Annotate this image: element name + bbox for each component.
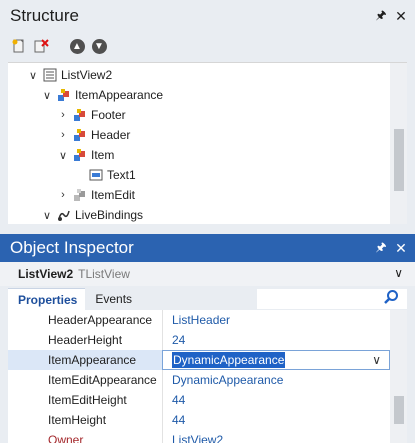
- property-row[interactable]: Owner ListView2: [8, 430, 390, 443]
- selected-object-type: TListView: [78, 267, 130, 281]
- tab-events[interactable]: Events: [85, 288, 140, 310]
- text-object-icon: [88, 167, 104, 183]
- tree-node-header[interactable]: › Header: [56, 125, 130, 145]
- chevron-down-icon[interactable]: ∨: [372, 353, 381, 367]
- tree-node-label: ItemAppearance: [75, 88, 164, 102]
- property-name: HeaderHeight: [48, 333, 123, 347]
- property-row[interactable]: ItemEditAppearance DynamicAppearance: [8, 370, 390, 390]
- tree-node-label: Footer: [91, 108, 126, 122]
- tree-node-itemedit[interactable]: › ItemEdit: [56, 185, 135, 205]
- property-row[interactable]: HeaderAppearance ListHeader: [8, 310, 390, 330]
- property-value[interactable]: 44: [162, 390, 390, 410]
- tree-node-label: LiveBindings: [75, 208, 144, 222]
- property-value[interactable]: 44: [162, 410, 390, 430]
- structure-panel-title-bar: Structure 🖈 ✕: [0, 0, 415, 32]
- structure-toolbar: ▲ ▼: [0, 32, 415, 60]
- property-grid-scrollbar[interactable]: [390, 310, 407, 443]
- tree-node-text1[interactable]: Text1: [86, 165, 136, 185]
- property-value-editor[interactable]: DynamicAppearance ∨: [162, 350, 390, 370]
- property-name: Owner: [48, 433, 84, 443]
- chevron-right-icon[interactable]: ›: [56, 129, 70, 141]
- pin-icon[interactable]: 🖈: [371, 238, 391, 259]
- property-grid: HeaderAppearance ListHeader HeaderHeight…: [8, 310, 390, 443]
- object-selector[interactable]: ListView2 TListView ∨: [0, 262, 415, 286]
- property-name: ItemEditAppearance: [48, 373, 157, 387]
- tree-node-label: Header: [91, 128, 131, 142]
- property-row[interactable]: ItemEditHeight 44: [8, 390, 390, 410]
- object-icon: [72, 147, 88, 163]
- close-icon[interactable]: ✕: [391, 8, 411, 25]
- close-icon[interactable]: ✕: [391, 240, 411, 257]
- pin-icon[interactable]: 🖈: [371, 6, 391, 27]
- object-icon: [72, 187, 88, 203]
- tree-node-listview2[interactable]: ∨ ListView2: [26, 65, 112, 85]
- tree-node-label: Text1: [107, 168, 136, 182]
- object-icon: [56, 87, 72, 103]
- move-down-icon[interactable]: ▼: [90, 37, 108, 55]
- object-icon: [72, 127, 88, 143]
- chevron-down-icon[interactable]: ∨: [394, 266, 403, 280]
- tree-node-itemappearance[interactable]: ∨ ItemAppearance: [40, 85, 163, 105]
- property-value-text[interactable]: DynamicAppearance: [172, 352, 286, 368]
- property-name: ItemHeight: [48, 413, 107, 427]
- tree-node-label: ListView2: [61, 68, 113, 82]
- property-value[interactable]: 24: [162, 330, 390, 350]
- object-icon: [72, 107, 88, 123]
- property-name: ItemAppearance: [48, 353, 137, 367]
- property-row-selected[interactable]: ItemAppearance DynamicAppearance ∨: [8, 350, 390, 370]
- property-value[interactable]: ListHeader: [162, 310, 390, 330]
- tree-node-item[interactable]: ∨ Item: [56, 145, 114, 165]
- object-inspector-title-bar: Object Inspector 🖈 ✕: [0, 234, 415, 262]
- tree-node-footer[interactable]: › Footer: [56, 105, 126, 125]
- inspector-tabs: Properties Events: [8, 288, 407, 310]
- move-up-icon[interactable]: ▲: [68, 37, 86, 55]
- livebindings-icon: [56, 207, 72, 223]
- search-icon[interactable]: [383, 289, 399, 308]
- tree-node-livebindings[interactable]: ∨ LiveBindings: [40, 205, 143, 224]
- listview-icon: [42, 67, 58, 83]
- new-item-icon[interactable]: [10, 37, 28, 55]
- chevron-down-icon[interactable]: ∨: [56, 149, 70, 162]
- delete-item-icon[interactable]: [32, 37, 50, 55]
- tree-node-label: Item: [91, 148, 115, 162]
- property-name: ItemEditHeight: [48, 393, 127, 407]
- structure-tree[interactable]: ∨ ListView2 ∨ ItemAppearance › Footer › …: [8, 62, 407, 224]
- property-name: HeaderAppearance: [48, 313, 153, 327]
- chevron-down-icon[interactable]: ∨: [40, 209, 54, 222]
- chevron-down-icon[interactable]: ∨: [40, 89, 54, 102]
- property-value[interactable]: DynamicAppearance: [162, 370, 390, 390]
- property-row[interactable]: HeaderHeight 24: [8, 330, 390, 350]
- scrollbar-thumb[interactable]: [394, 129, 404, 191]
- tree-node-label: ItemEdit: [91, 188, 136, 202]
- property-row[interactable]: ItemHeight 44: [8, 410, 390, 430]
- scrollbar-thumb[interactable]: [394, 396, 404, 424]
- tree-scrollbar[interactable]: [390, 63, 407, 224]
- property-value[interactable]: ListView2: [162, 430, 390, 443]
- chevron-down-icon[interactable]: ∨: [26, 69, 40, 82]
- structure-panel-title: Structure: [10, 6, 79, 25]
- selected-object-name: ListView2: [18, 267, 74, 281]
- tab-properties[interactable]: Properties: [8, 288, 86, 310]
- object-inspector-title: Object Inspector: [10, 238, 134, 257]
- chevron-right-icon[interactable]: ›: [56, 109, 70, 121]
- chevron-right-icon[interactable]: ›: [56, 189, 70, 201]
